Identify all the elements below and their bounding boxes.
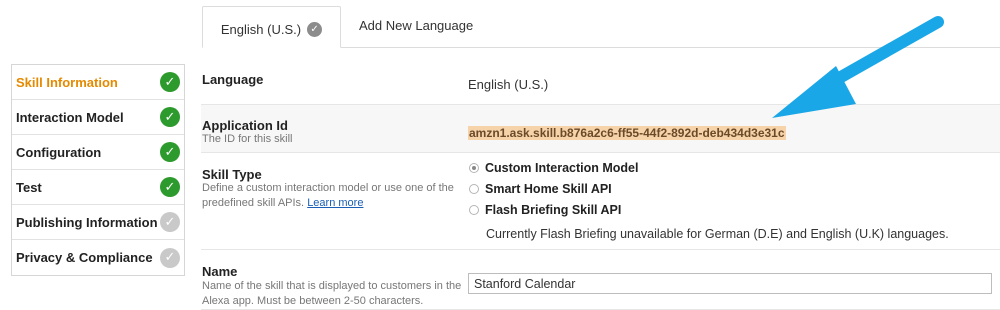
- sidebar-item-label: Test: [16, 179, 42, 195]
- sidebar-item-skill-information[interactable]: Skill Information ✓: [12, 65, 184, 100]
- skill-steps-sidebar: Skill Information ✓ Interaction Model ✓ …: [11, 64, 185, 276]
- tab-english-us[interactable]: English (U.S.) ✓: [202, 6, 341, 48]
- radio-label: Flash Briefing Skill API: [485, 203, 622, 217]
- skill-type-row: Skill Type Define a custom interaction m…: [201, 153, 1000, 250]
- tab-english-us-label: English (U.S.): [220, 21, 302, 37]
- application-id-description: The ID for this skill: [202, 133, 293, 145]
- sidebar-item-label: Publishing Information: [16, 214, 158, 230]
- sidebar-item-test[interactable]: Test ✓: [12, 170, 184, 205]
- application-id-value[interactable]: amzn1.ask.skill.b876a2c6-ff55-44f2-892d-…: [468, 126, 786, 140]
- radio-label: Smart Home Skill API: [485, 182, 612, 196]
- radio-unselected-icon[interactable]: [469, 184, 479, 194]
- radio-flash-briefing-skill-api[interactable]: Flash Briefing Skill API: [469, 203, 621, 217]
- language-value: English (U.S.): [468, 77, 549, 92]
- sidebar-item-configuration[interactable]: Configuration ✓: [12, 135, 184, 170]
- sidebar-item-interaction-model[interactable]: Interaction Model ✓: [12, 100, 184, 135]
- radio-selected-icon[interactable]: [469, 163, 479, 173]
- check-circle-icon: ✓: [160, 212, 180, 232]
- check-icon: ✓: [307, 21, 323, 37]
- sidebar-item-label: Skill Information: [16, 74, 118, 90]
- radio-smart-home-skill-api[interactable]: Smart Home Skill API: [469, 182, 612, 196]
- language-label: Language: [202, 72, 264, 87]
- application-id-row: Application Id The ID for this skill amz…: [201, 105, 1000, 153]
- check-circle-icon: ✓: [160, 107, 180, 127]
- name-label: Name: [202, 264, 238, 279]
- language-tabs: English (U.S.) ✓ Add New Language: [0, 0, 1000, 48]
- language-row: Language English (U.S.): [201, 58, 1000, 105]
- sidebar-item-publishing-information[interactable]: Publishing Information ✓: [12, 205, 184, 240]
- sidebar-item-label: Configuration: [16, 144, 102, 160]
- check-circle-icon: ✓: [160, 177, 180, 197]
- check-circle-icon: ✓: [160, 247, 180, 268]
- name-description: Name of the skill that is displayed to c…: [202, 280, 462, 307]
- radio-custom-interaction-model[interactable]: Custom Interaction Model: [469, 161, 638, 175]
- skill-type-description: Define a custom interaction model or use…: [202, 181, 464, 211]
- learn-more-link[interactable]: Learn more: [307, 197, 363, 209]
- radio-label: Custom Interaction Model: [485, 161, 639, 175]
- name-row: Name Name of the skill that is displayed…: [201, 250, 1000, 310]
- skill-name-input[interactable]: [468, 273, 992, 294]
- tab-add-new-language[interactable]: Add New Language: [359, 18, 473, 33]
- radio-unselected-icon[interactable]: [469, 205, 479, 215]
- skill-information-form: Language English (U.S.) Application Id T…: [201, 58, 1000, 310]
- skill-type-label: Skill Type: [202, 167, 262, 182]
- sidebar-item-label: Privacy & Compliance: [16, 250, 153, 265]
- check-circle-icon: ✓: [160, 72, 180, 92]
- check-circle-icon: ✓: [160, 142, 180, 162]
- sidebar-item-privacy-compliance[interactable]: Privacy & Compliance ✓: [12, 240, 184, 275]
- flash-briefing-note: Currently Flash Briefing unavailable for…: [486, 227, 949, 241]
- application-id-label: Application Id: [202, 118, 288, 133]
- sidebar-item-label: Interaction Model: [16, 109, 124, 125]
